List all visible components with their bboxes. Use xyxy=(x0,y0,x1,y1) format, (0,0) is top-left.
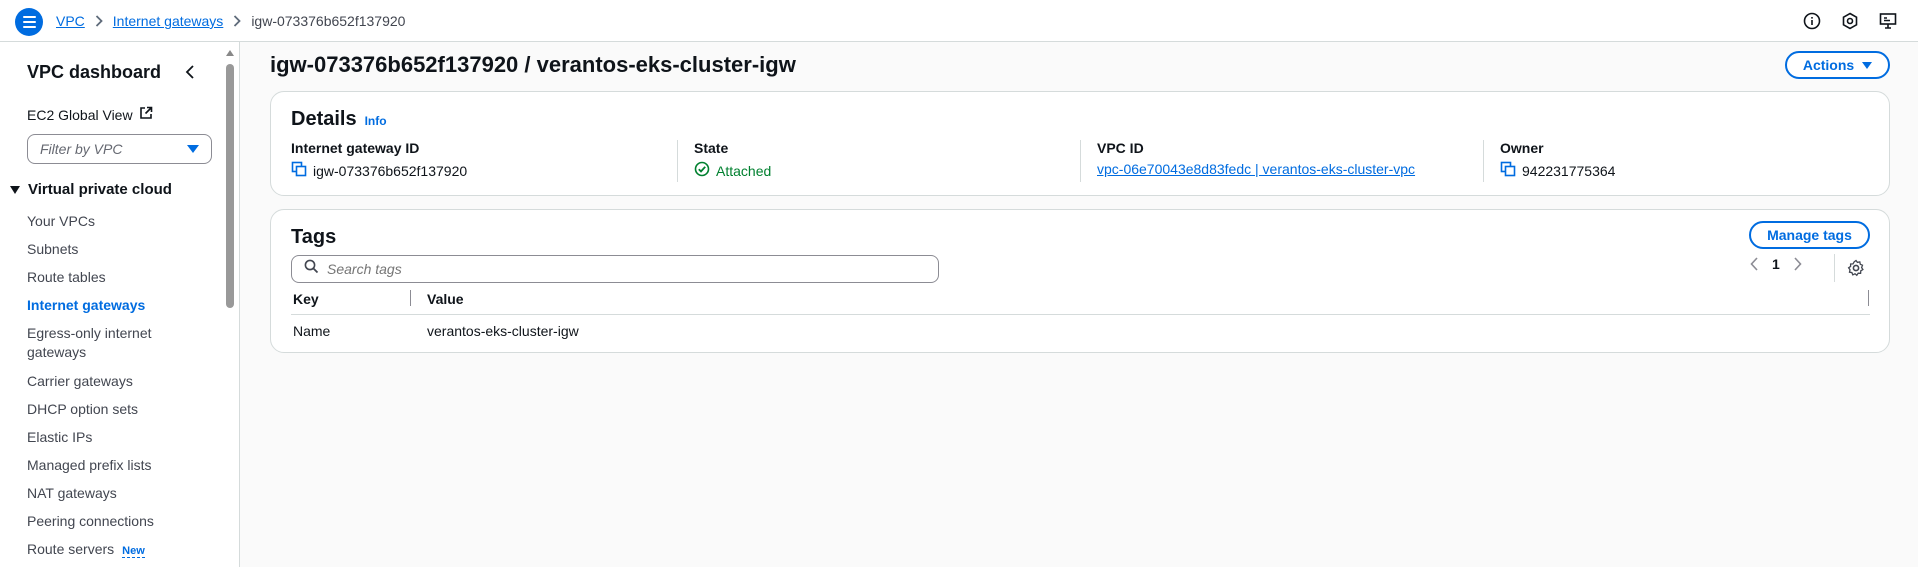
column-resizer[interactable] xyxy=(410,290,411,306)
column-divider xyxy=(677,140,678,182)
next-page-icon[interactable] xyxy=(1794,257,1802,271)
field-value: vpc-06e70043e8d83fedc | verantos-eks-clu… xyxy=(1097,161,1415,177)
column-divider xyxy=(1483,140,1484,182)
search-icon xyxy=(304,259,319,279)
previous-page-icon[interactable] xyxy=(1750,257,1758,271)
sidebar-item-label: EC2 Global View xyxy=(27,106,133,123)
breadcrumb-current: igw-073376b652f137920 xyxy=(251,13,406,29)
search-tags-field[interactable] xyxy=(291,255,939,283)
external-link-icon xyxy=(139,106,153,123)
sidebar-section-label: Virtual private cloud xyxy=(28,181,172,198)
sidebar-item-managed-prefix-lists[interactable]: Managed prefix lists xyxy=(27,456,152,475)
internet-gateway-id-field: Internet gateway ID igw-073376b652f13792… xyxy=(291,140,467,180)
breadcrumb: VPC Internet gateways igw-073376b652f137… xyxy=(56,0,405,42)
table-header-divider xyxy=(291,314,1870,315)
scrollbar-thumb[interactable] xyxy=(226,64,234,308)
sidebar-title[interactable]: VPC dashboard xyxy=(27,62,161,83)
sidebar-item-ec2-global-view[interactable]: EC2 Global View xyxy=(27,106,153,123)
internet-gateway-id-value: igw-073376b652f137920 xyxy=(313,162,468,179)
owner-value: 942231775364 xyxy=(1522,162,1616,179)
sidebar-item-label: Route servers xyxy=(27,541,115,557)
top-utility-icons xyxy=(1802,11,1898,31)
column-header-key[interactable]: Key xyxy=(293,291,319,307)
details-container: Details Info Internet gateway ID igw-073… xyxy=(270,91,1890,196)
sidebar-item-elastic-ips[interactable]: Elastic IPs xyxy=(27,428,92,447)
sidebar-item-egress-only-internet-gateways[interactable]: Egress-only internet gateways xyxy=(27,324,187,362)
status-success-icon xyxy=(694,161,710,180)
field-label: VPC ID xyxy=(1097,140,1144,156)
current-page-number[interactable]: 1 xyxy=(1772,256,1780,272)
sidebar: VPC dashboard EC2 Global View Filter by … xyxy=(0,42,240,567)
owner-field: Owner 942231775364 xyxy=(1500,140,1615,180)
feedback-monitor-icon[interactable] xyxy=(1878,11,1898,31)
tags-header: Tags xyxy=(291,226,336,249)
field-label: Internet gateway ID xyxy=(291,140,420,156)
column-divider xyxy=(1080,140,1081,182)
field-label: Owner xyxy=(1500,140,1544,156)
details-heading: Details xyxy=(291,108,357,130)
field-value: igw-073376b652f137920 xyxy=(291,161,467,180)
state-value: Attached xyxy=(716,162,772,179)
filter-by-vpc-select[interactable]: Filter by VPC xyxy=(27,134,212,164)
scroll-up-arrow-icon[interactable] xyxy=(226,50,234,56)
sidebar-item-carrier-gateways[interactable]: Carrier gateways xyxy=(27,372,133,391)
info-icon[interactable] xyxy=(1802,11,1822,31)
settings-gear-icon[interactable] xyxy=(1846,258,1866,278)
vpc-id-field: VPC ID vpc-06e70043e8d83fedc | verantos-… xyxy=(1097,140,1415,177)
manage-tags-button[interactable]: Manage tags xyxy=(1749,221,1870,249)
hexagon-gear-icon[interactable] xyxy=(1840,11,1860,31)
page-title: igw-073376b652f137920 / verantos-eks-clu… xyxy=(270,52,796,77)
pagination-divider xyxy=(1834,254,1835,282)
column-header-value[interactable]: Value xyxy=(427,291,464,307)
pagination: 1 xyxy=(1750,256,1802,272)
vpc-id-link[interactable]: vpc-06e70043e8d83fedc | verantos-eks-clu… xyxy=(1097,161,1415,177)
caret-down-icon xyxy=(187,145,199,153)
actions-button[interactable]: Actions xyxy=(1785,51,1890,79)
field-value: Attached xyxy=(694,161,771,180)
caret-down-icon xyxy=(10,185,20,194)
sidebar-item-your-vpcs[interactable]: Your VPCs xyxy=(27,212,95,231)
column-resizer[interactable] xyxy=(1868,290,1869,306)
sidebar-item-peering-connections[interactable]: Peering connections xyxy=(27,512,154,531)
tag-key-cell: Name xyxy=(293,323,331,339)
breadcrumb-internet-gateways-link[interactable]: Internet gateways xyxy=(113,13,224,29)
field-label: State xyxy=(694,140,729,156)
copy-icon[interactable] xyxy=(1500,161,1516,180)
sidebar-item-subnets[interactable]: Subnets xyxy=(27,240,78,259)
menu-icon[interactable] xyxy=(15,8,43,36)
field-value: 942231775364 xyxy=(1500,161,1615,180)
actions-button-label: Actions xyxy=(1802,57,1855,73)
copy-icon[interactable] xyxy=(291,161,307,180)
sidebar-item-route-tables[interactable]: Route tables xyxy=(27,268,106,287)
new-badge: New xyxy=(122,545,145,558)
tag-value-cell: verantos-eks-cluster-igw xyxy=(427,323,579,339)
filter-placeholder: Filter by VPC xyxy=(40,141,123,157)
caret-down-icon xyxy=(1862,61,1873,69)
top-navigation-bar: VPC Internet gateways igw-073376b652f137… xyxy=(0,0,1918,42)
sidebar-scrollbar[interactable] xyxy=(225,50,235,567)
sidebar-item-route-servers[interactable]: Route servers New xyxy=(27,540,145,561)
chevron-right-icon xyxy=(95,15,103,27)
breadcrumb-vpc-link[interactable]: VPC xyxy=(56,13,85,29)
chevron-right-icon xyxy=(233,15,242,27)
sidebar-item-dhcp-option-sets[interactable]: DHCP option sets xyxy=(27,400,138,419)
search-tags-input[interactable] xyxy=(327,261,927,277)
info-link[interactable]: Info xyxy=(365,114,387,128)
close-sidebar-icon[interactable] xyxy=(180,62,200,82)
sidebar-item-internet-gateways[interactable]: Internet gateways xyxy=(27,296,145,315)
sidebar-section-virtual-private-cloud[interactable]: Virtual private cloud xyxy=(10,181,172,198)
state-field: State Attached xyxy=(694,140,771,180)
details-header: Details Info xyxy=(291,108,387,131)
sidebar-item-nat-gateways[interactable]: NAT gateways xyxy=(27,484,117,503)
tags-heading: Tags xyxy=(291,226,337,248)
